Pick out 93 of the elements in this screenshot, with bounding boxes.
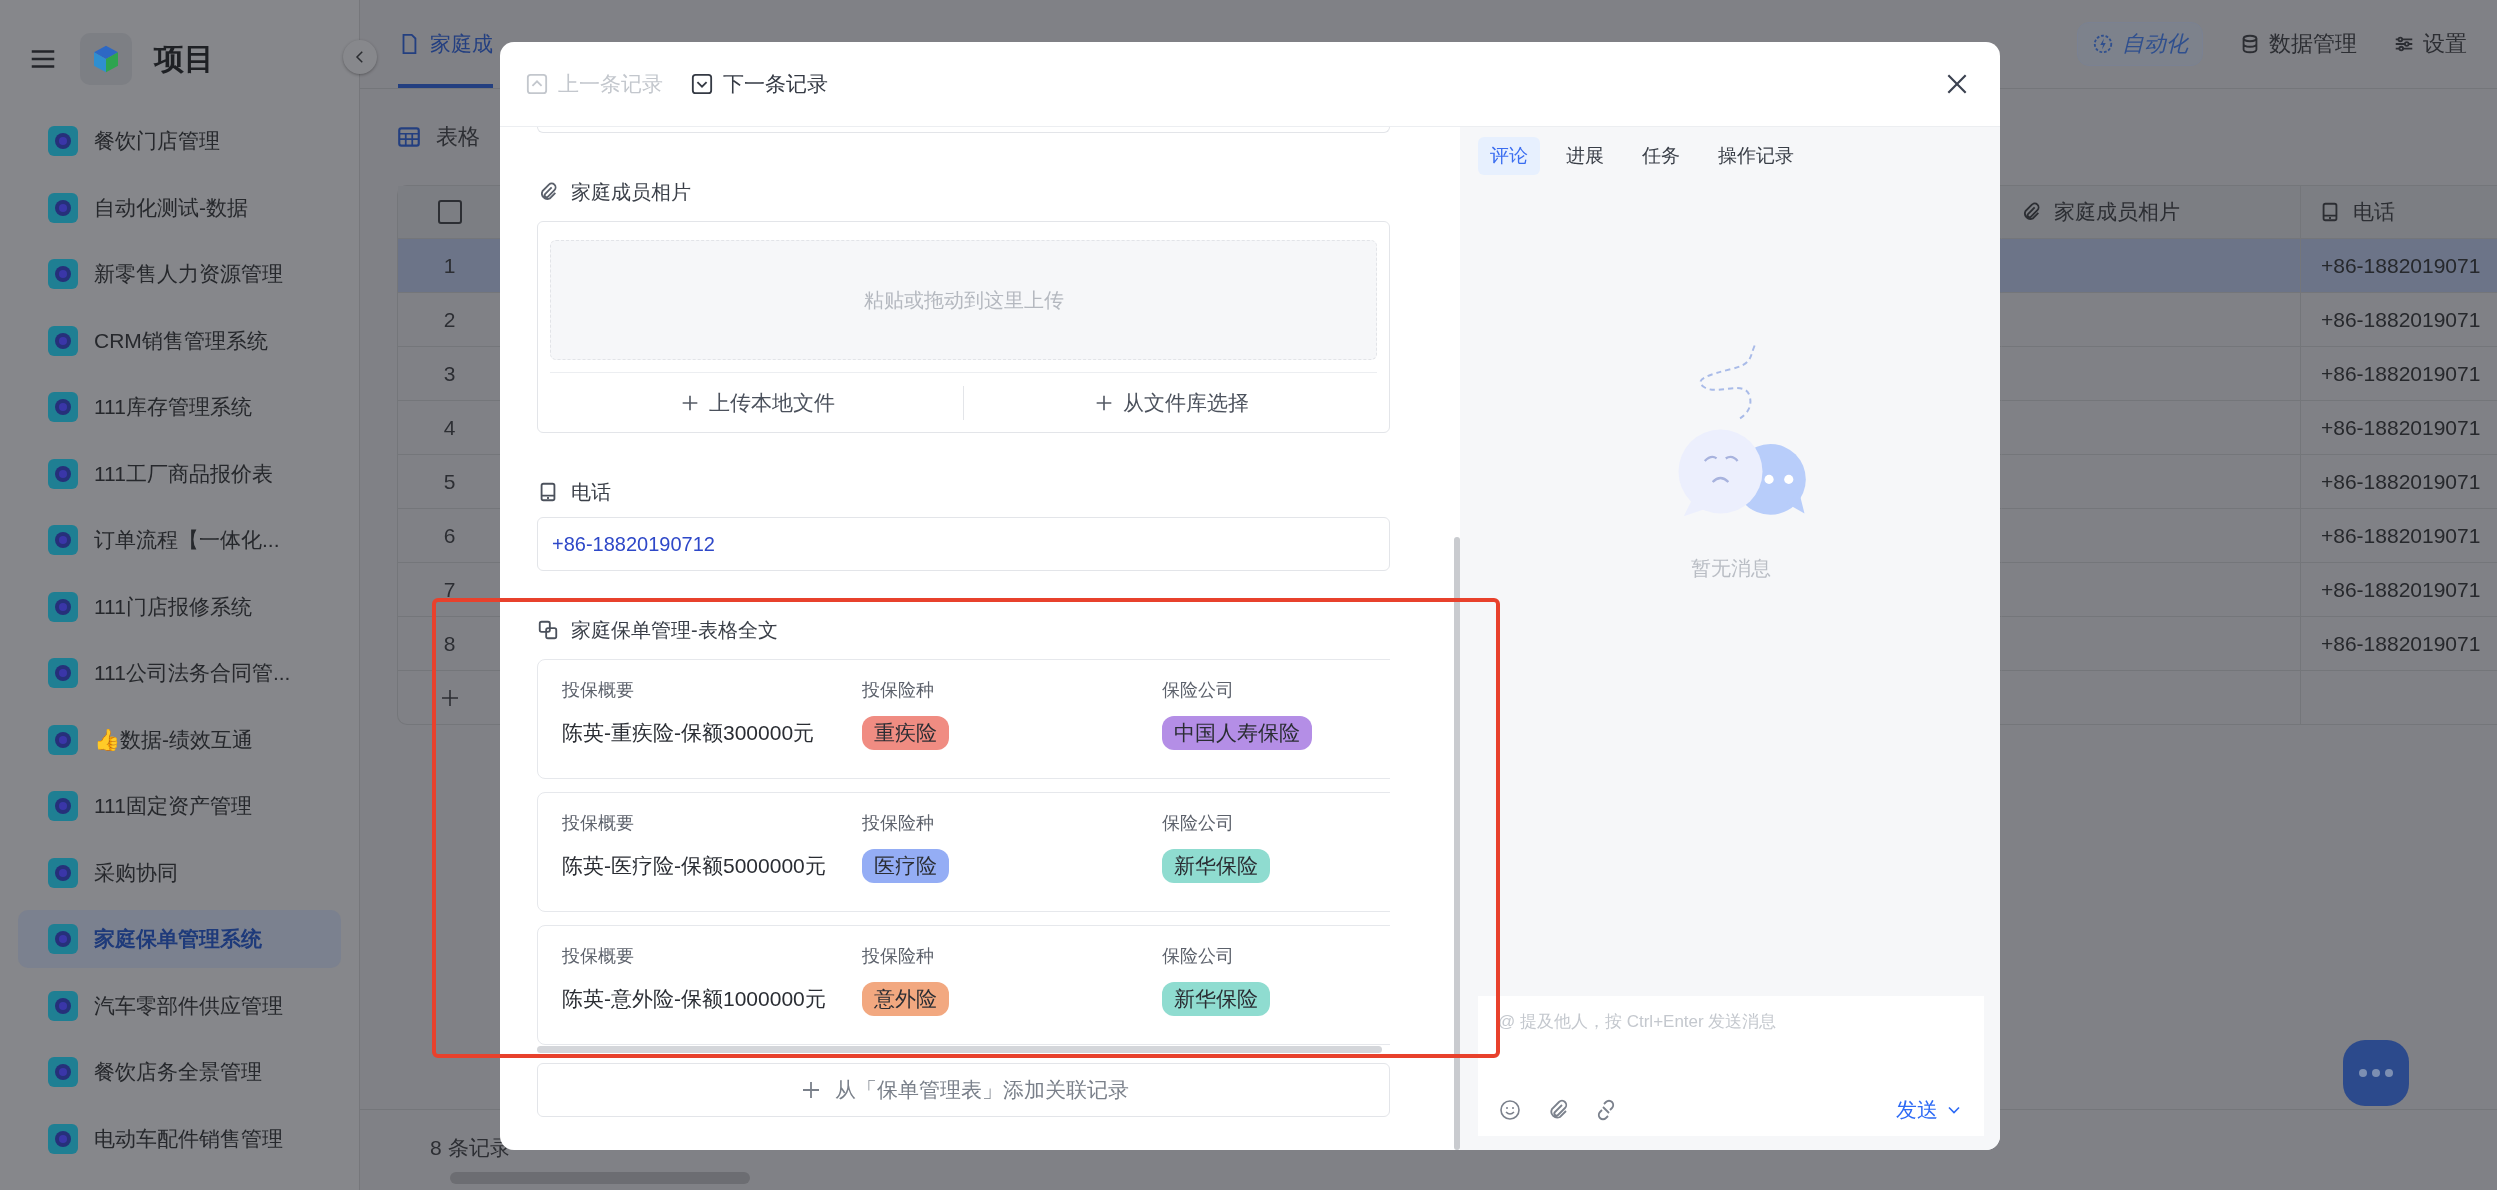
chevron-down-icon <box>691 73 713 95</box>
sidebar-item[interactable]: 订单流程【一体化... <box>18 511 341 569</box>
view-tab[interactable]: 表格 <box>396 122 480 152</box>
tag: 意外险 <box>862 982 949 1016</box>
emoji-icon[interactable] <box>1498 1098 1522 1122</box>
sidebar-item[interactable]: 👍数据-绩效互通 <box>18 710 341 769</box>
app-icon <box>48 325 78 356</box>
table-cell: +86-1882019071 <box>2300 293 2497 347</box>
table-cell: +86-1882019071 <box>2300 239 2497 293</box>
select-all-checkbox[interactable] <box>437 200 462 224</box>
app-icon <box>48 126 78 156</box>
table-cell: +86-1882019071 <box>2300 563 2497 617</box>
table-icon <box>396 124 422 150</box>
upload-option-button[interactable]: 从文件库选择 <box>964 382 1377 423</box>
sidebar-item[interactable]: 111门店报修系统 <box>18 577 341 636</box>
collapse-button[interactable] <box>343 40 377 74</box>
table-cell: +86-1882019071 <box>2300 509 2497 563</box>
app-icon <box>48 924 78 954</box>
app-icon <box>48 724 78 755</box>
sidebar-item[interactable]: 餐饮店务全景管理 <box>18 1043 341 1101</box>
field-label: 投保概要 <box>562 945 634 968</box>
app-icon <box>48 392 78 422</box>
field-label: 保险公司 <box>1162 812 1234 835</box>
table-cell: +86-1882019071 <box>2300 347 2497 401</box>
sidebar-item[interactable]: 111工厂商品报价表 <box>18 444 341 503</box>
send-button[interactable]: 发送 <box>1896 1096 1964 1124</box>
field-label: 家庭保单管理-表格全文 <box>571 617 778 643</box>
more-button[interactable] <box>2343 1040 2409 1106</box>
app-icon <box>48 525 78 555</box>
field-value: 陈英-意外险-保额1000000元 <box>562 986 826 1012</box>
linked-records-icon <box>537 619 559 641</box>
app-icon <box>48 192 78 223</box>
sidebar-item[interactable]: 新零售人力资源管理 <box>18 245 341 303</box>
chevron-up-icon <box>526 73 548 95</box>
app-icon <box>48 1123 78 1154</box>
sidebar-item[interactable]: 111固定资产管理 <box>18 777 341 835</box>
sidebar-item[interactable]: 汽车零部件供应管理 <box>18 976 341 1035</box>
scrollbar-thumb[interactable] <box>537 1046 1382 1053</box>
field-value: 陈英-医疗险-保额5000000元 <box>562 853 826 879</box>
sidebar-item[interactable]: 采购协同 <box>18 843 341 902</box>
tab[interactable]: 家庭成 <box>398 0 493 88</box>
field-label: 投保概要 <box>562 812 634 835</box>
field-label: 家庭成员相片 <box>571 179 691 205</box>
phone-field[interactable]: +86-18820190712 <box>537 517 1390 571</box>
field-value: 陈英-重疾险-保额300000元 <box>562 720 815 746</box>
automation-button[interactable]: 自动化 <box>2077 22 2203 66</box>
lightning-icon <box>2092 33 2114 55</box>
data-management-button[interactable]: 数据管理 <box>2239 29 2357 59</box>
field-label: 电话 <box>571 479 611 505</box>
app-icon <box>48 458 78 489</box>
upload-option-button[interactable]: 上传本地文件 <box>550 382 963 423</box>
tag: 医疗险 <box>862 849 949 883</box>
sidebar-item[interactable]: 111公司法务合同管... <box>18 644 341 702</box>
app-icon <box>48 259 78 289</box>
field-label: 投保险种 <box>862 812 934 835</box>
field-label: 保险公司 <box>1162 945 1234 968</box>
tab[interactable]: 任务 <box>1630 137 1692 175</box>
field-label: 投保概要 <box>562 679 634 702</box>
cube-logo-icon <box>80 33 132 85</box>
project-title: 项目 <box>154 40 214 77</box>
field-label: 投保险种 <box>862 679 934 702</box>
column-header[interactable]: 电话 <box>2353 198 2395 226</box>
tab[interactable]: 操作记录 <box>1706 137 1806 175</box>
app-icon <box>48 791 78 821</box>
tag: 新华保险 <box>1162 982 1270 1016</box>
tag: 重疾险 <box>862 716 949 750</box>
sidebar-item[interactable]: 家庭保单管理系统 <box>18 910 341 968</box>
field-label: 保险公司 <box>1162 679 1234 702</box>
scrollbar-thumb[interactable] <box>1454 537 1460 1150</box>
table-cell: +86-1882019071 <box>2300 401 2497 455</box>
app-icon <box>48 857 78 888</box>
table-cell: +86-1882019071 <box>2300 617 2497 671</box>
sidebar-item[interactable]: 餐饮门店管理 <box>18 112 341 170</box>
table-cell: +86-1882019071 <box>2300 455 2497 509</box>
tab[interactable]: 评论 <box>1478 137 1540 175</box>
tag: 新华保险 <box>1162 849 1270 883</box>
app-icon <box>48 990 78 1021</box>
sidebar-item[interactable]: 111库存管理系统 <box>18 378 341 436</box>
app-icon <box>48 1057 78 1087</box>
more-icon <box>2358 1068 2394 1078</box>
row-number: 1 <box>398 239 501 293</box>
field-label: 投保险种 <box>862 945 934 968</box>
empty-message: 暂无消息 <box>1691 556 1771 581</box>
app-icon <box>48 658 78 688</box>
sidebar-item[interactable]: 自动化测试-数据 <box>18 178 341 237</box>
next-record-button[interactable]: 下一条记录 <box>691 70 828 98</box>
sidebar-item[interactable]: 电动车配件销售管理 <box>18 1109 341 1168</box>
sidebar-item[interactable]: CRM销售管理系统 <box>18 311 341 370</box>
settings-button[interactable]: 设置 <box>2393 29 2467 59</box>
tag: 中国人寿保险 <box>1162 716 1312 750</box>
add-linked-record-button[interactable]: 从「保单管理表」添加关联记录 <box>537 1063 1390 1117</box>
app-icon <box>48 591 78 622</box>
tab[interactable]: 进展 <box>1554 137 1616 175</box>
